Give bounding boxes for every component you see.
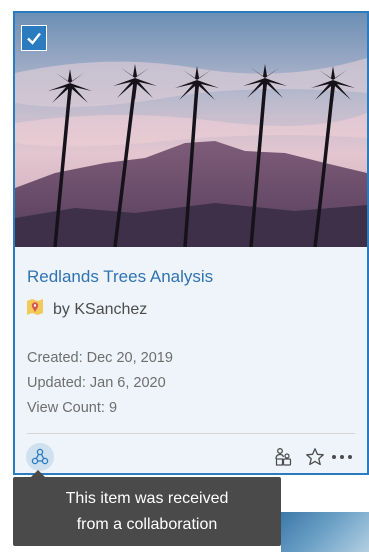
collaboration-icon (31, 448, 49, 465)
divider (27, 433, 355, 434)
collaboration-button[interactable] (26, 443, 54, 471)
favorite-button[interactable] (303, 445, 327, 469)
tooltip-line-1: This item was received (65, 489, 229, 507)
tooltip-line-2: from a collaboration (76, 515, 218, 533)
item-card[interactable]: Redlands Trees Analysis by KSanchez Crea… (13, 11, 369, 475)
collaboration-tooltip: This item was received from a collaborat… (13, 470, 281, 546)
created-date: Created: Dec 20, 2019 (27, 350, 173, 366)
updated-date: Updated: Jan 6, 2020 (27, 375, 166, 391)
owner-name: by KSanchez (53, 300, 148, 318)
more-options-button[interactable] (329, 445, 355, 469)
item-info: Redlands Trees Analysis by KSanchez Crea… (15, 247, 367, 473)
web-map-icon (25, 297, 45, 322)
share-icon (275, 448, 292, 466)
next-card-thumbnail (281, 512, 369, 552)
owner-row: by KSanchez (25, 297, 147, 322)
star-icon (306, 448, 324, 466)
checkmark-icon (27, 32, 41, 45)
share-button[interactable] (271, 445, 295, 469)
more-options-icon (332, 455, 352, 459)
item-title-link[interactable]: Redlands Trees Analysis (27, 267, 213, 287)
select-checkbox[interactable] (21, 25, 47, 51)
view-count: View Count: 9 (27, 400, 118, 416)
item-thumbnail[interactable] (15, 13, 367, 247)
